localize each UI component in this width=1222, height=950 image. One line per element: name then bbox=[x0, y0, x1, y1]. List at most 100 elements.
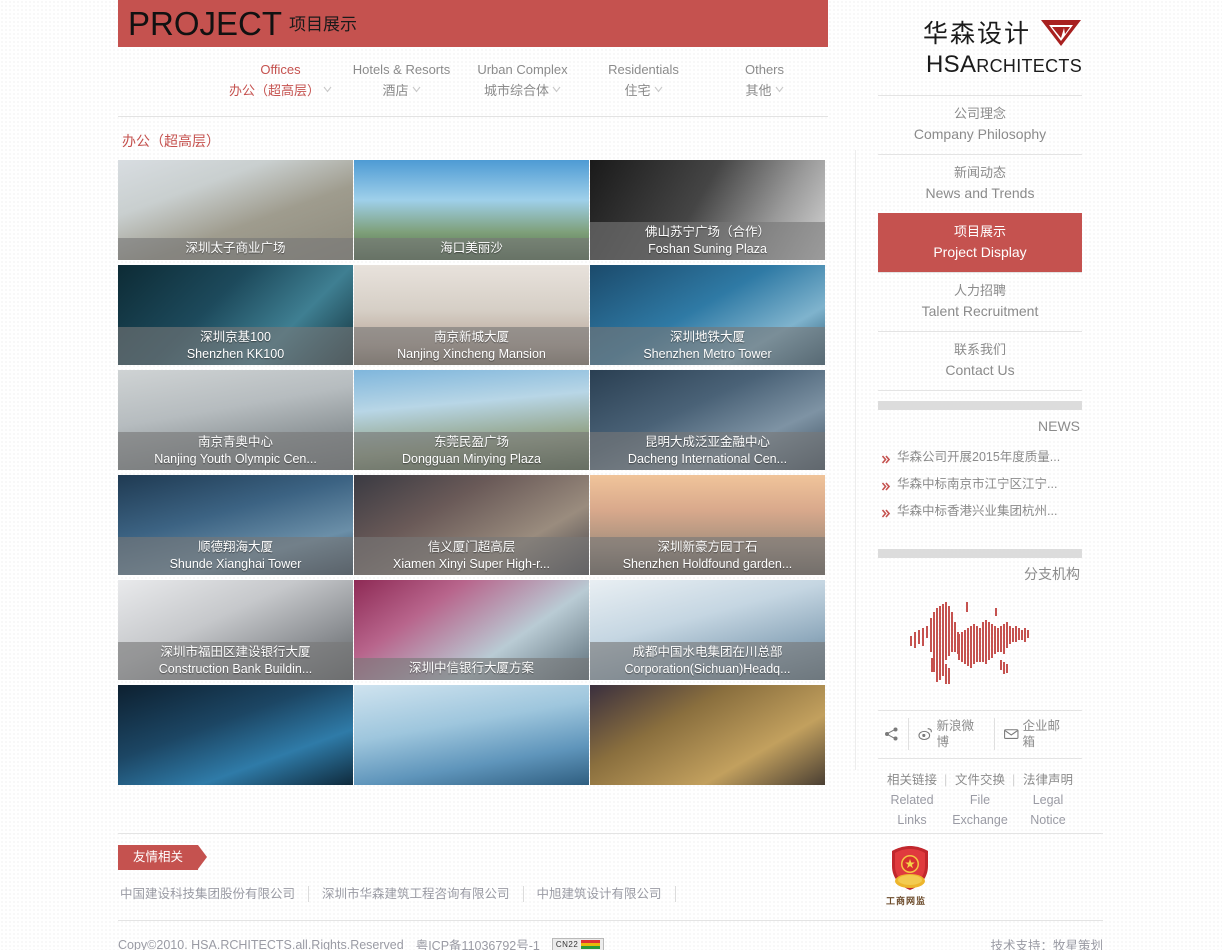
project-title-en: Dongguan Minying Plaza bbox=[402, 452, 541, 466]
category-tab-0[interactable]: Offices 办公（超高层） bbox=[220, 54, 341, 116]
weibo-link[interactable]: 新浪微博 bbox=[908, 718, 994, 750]
tech-support: 技术支持：牧星策划 bbox=[990, 939, 1103, 950]
category-label-cn: 城市综合体 bbox=[462, 80, 583, 102]
project-card[interactable]: 顺德翔海大厦 Shunde Xianghai Tower bbox=[118, 475, 353, 575]
project-title-cn: 信义厦门超高层 bbox=[427, 540, 516, 554]
project-title-cn: 昆明大成泛亚金融中心 bbox=[644, 435, 770, 449]
project-caption: 深圳太子商业广场 bbox=[118, 238, 353, 260]
project-title-cn: 南京青奥中心 bbox=[197, 435, 273, 449]
category-tab-2[interactable]: Urban Complex 城市综合体 bbox=[462, 54, 583, 116]
hsa-triangle-logo-icon bbox=[1041, 19, 1081, 46]
sidebar-item-label-en: Project Display bbox=[933, 244, 1027, 260]
project-title-cn: 成都中国水电集团在川总部 bbox=[632, 645, 783, 659]
email-link[interactable]: 企业邮箱 bbox=[994, 718, 1080, 750]
category-label-cn: 住宅 bbox=[583, 80, 704, 102]
project-title-en: Xiamen Xinyi Super High-r... bbox=[392, 557, 550, 571]
sidebar-footer-link[interactable]: 法律声明 LegalNotice bbox=[1012, 770, 1082, 830]
project-caption: 南京青奥中心 Nanjing Youth Olympic Cen... bbox=[118, 432, 353, 470]
partner-link[interactable]: 深圳市华森建筑工程咨询有限公司 bbox=[309, 886, 524, 902]
copyright-left: Copy©2010. HSA.RCHITECTS.all.Rights.Rese… bbox=[118, 935, 605, 950]
project-title-cn: 深圳京基100 bbox=[200, 330, 271, 344]
chevron-down-icon bbox=[654, 85, 663, 94]
category-label-cn: 其他 bbox=[704, 80, 825, 102]
sidebar-footer-link[interactable]: 相关链接 Related Links bbox=[878, 770, 946, 830]
sidebar-item-talent recruitment[interactable]: 人力招聘 Talent Recruitment bbox=[878, 272, 1082, 331]
project-title-en: Construction Bank Buildin... bbox=[158, 662, 313, 676]
sidebar-item-contact us[interactable]: 联系我们 Contact Us bbox=[878, 331, 1082, 391]
cn22-badge[interactable]: CN22 bbox=[551, 938, 605, 950]
section-title: 办公（超高层） bbox=[122, 133, 220, 149]
copyright-text: Copy©2010. HSA.RCHITECTS.all.Rights.Rese… bbox=[118, 937, 404, 950]
project-card[interactable]: 海口美丽沙 bbox=[354, 160, 589, 260]
icp-link[interactable]: 粤ICP备11036792号-1 bbox=[416, 935, 540, 950]
double-chevron-right-icon bbox=[881, 478, 891, 491]
project-card[interactable]: 深圳地铁大厦 Shenzhen Metro Tower bbox=[590, 265, 825, 365]
category-label-en: Urban Complex bbox=[477, 62, 568, 77]
branch-section-title: 分支机构 bbox=[1024, 566, 1080, 582]
branch-section-bar bbox=[878, 549, 1082, 558]
news-list-item[interactable]: 华森公司开展2015年度质量... bbox=[878, 442, 1082, 469]
weibo-icon bbox=[918, 728, 932, 741]
project-card[interactable]: 信义厦门超高层 Xiamen Xinyi Super High-r... bbox=[354, 475, 589, 575]
site-logo[interactable]: 华森设计 HSARCHITECTS bbox=[878, 0, 1082, 95]
sidebar-footer-link-en: File Exchange bbox=[952, 793, 1008, 827]
project-caption: 佛山苏宁广场（合作） Foshan Suning Plaza bbox=[590, 222, 825, 260]
project-card[interactable]: 佛山苏宁广场（合作） Foshan Suning Plaza bbox=[590, 160, 825, 260]
branch-map bbox=[878, 592, 1082, 700]
project-card[interactable] bbox=[118, 685, 353, 785]
project-caption: 信义厦门超高层 Xiamen Xinyi Super High-r... bbox=[354, 537, 589, 575]
double-chevron-right-icon bbox=[881, 451, 891, 464]
news-list-item[interactable]: 华森中标南京市江宁区江宁... bbox=[878, 469, 1082, 496]
project-caption: 南京新城大厦 Nanjing Xincheng Mansion bbox=[354, 327, 589, 365]
chevron-down-icon bbox=[412, 85, 421, 94]
news-list-item[interactable]: 华森中标香港兴业集团杭州... bbox=[878, 496, 1082, 523]
sidebar-item-label-cn: 项目展示 bbox=[953, 224, 1006, 239]
project-card[interactable]: 深圳京基100 Shenzhen KK100 bbox=[118, 265, 353, 365]
project-card[interactable] bbox=[354, 685, 589, 785]
copyright-divider bbox=[118, 920, 1103, 921]
sidebar-item-label-cn: 公司理念 bbox=[953, 106, 1006, 121]
cn22-label: CN22 bbox=[555, 940, 579, 949]
category-tab-4[interactable]: Others 其他 bbox=[704, 54, 825, 116]
project-card[interactable]: 成都中国水电集团在川总部 Corporation(Sichuan)Headq..… bbox=[590, 580, 825, 680]
project-caption: 深圳京基100 Shenzhen KK100 bbox=[118, 327, 353, 365]
project-title-en: Shenzhen Holdfound garden... bbox=[622, 557, 793, 571]
page-root: PROJECT 项目展示 Offices 办公（超高层） Hotels & Re… bbox=[0, 0, 1222, 950]
sidebar-item-news and trends[interactable]: 新闻动态 News and Trends bbox=[878, 154, 1082, 213]
sidebar-item-label-en: Contact Us bbox=[945, 362, 1015, 378]
news-section-bar bbox=[878, 401, 1082, 410]
category-tab-3[interactable]: Residentials 住宅 bbox=[583, 54, 704, 116]
partner-link[interactable]: 中旭建筑设计有限公司 bbox=[524, 886, 676, 902]
project-title-cn: 顺德翔海大厦 bbox=[197, 540, 273, 554]
project-card[interactable]: 深圳中信银行大厦方案 bbox=[354, 580, 589, 680]
partner-link[interactable]: 中国建设科技集团股份有限公司 bbox=[118, 886, 310, 902]
project-card[interactable]: 深圳太子商业广场 bbox=[118, 160, 353, 260]
project-title-cn: 佛山苏宁广场（合作） bbox=[644, 225, 770, 239]
sidebar-item-label-cn: 人力招聘 bbox=[953, 283, 1006, 298]
project-card[interactable]: 昆明大成泛亚金融中心 Dacheng International Cen... bbox=[590, 370, 825, 470]
project-card[interactable]: 东莞民盈广场 Dongguan Minying Plaza bbox=[354, 370, 589, 470]
project-card[interactable]: 深圳市福田区建设银行大厦 Construction Bank Buildin..… bbox=[118, 580, 353, 680]
sidebar-footer-link[interactable]: 文件交换 FileExchange bbox=[944, 770, 1014, 830]
project-title-cn: 东莞民盈广场 bbox=[433, 435, 509, 449]
category-label-cn: 酒店 bbox=[341, 80, 462, 102]
project-card[interactable]: 南京新城大厦 Nanjing Xincheng Mansion bbox=[354, 265, 589, 365]
banner-title-cn: 项目展示 bbox=[289, 15, 358, 34]
project-card[interactable] bbox=[590, 685, 825, 785]
project-card[interactable]: 深圳新豪方园丁石 Shenzhen Holdfound garden... bbox=[590, 475, 825, 575]
sidebar-item-project display[interactable]: 项目展示 Project Display bbox=[878, 213, 1082, 272]
gov-badge-block[interactable]: 工商网监 bbox=[878, 844, 1082, 907]
weibo-label: 新浪微博 bbox=[936, 719, 975, 749]
share-button[interactable] bbox=[880, 727, 908, 741]
project-card[interactable]: 南京青奥中心 Nanjing Youth Olympic Cen... bbox=[118, 370, 353, 470]
project-title-cn: 深圳太子商业广场 bbox=[185, 241, 286, 255]
sidebar-item-label-cn: 新闻动态 bbox=[953, 165, 1006, 180]
banner-title-en: PROJECT bbox=[128, 5, 283, 42]
project-title-en: Nanjing Xincheng Mansion bbox=[397, 347, 546, 361]
sidebar-item-company philosophy[interactable]: 公司理念 Company Philosophy bbox=[878, 95, 1082, 154]
mail-icon bbox=[1004, 729, 1019, 739]
project-title-cn: 海口美丽沙 bbox=[440, 241, 503, 255]
category-tab-1[interactable]: Hotels & Resorts 酒店 bbox=[341, 54, 462, 116]
sidebar-footer-link-cn: 文件交换 bbox=[954, 773, 1005, 787]
project-title-en: Shunde Xianghai Tower bbox=[169, 557, 302, 571]
